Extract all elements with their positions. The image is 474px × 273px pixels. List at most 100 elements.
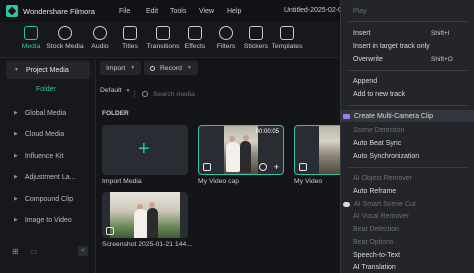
templates-icon <box>280 26 294 40</box>
search-input[interactable]: Search media <box>142 87 340 101</box>
menu-item-label: AI Vocal Remover <box>353 212 410 220</box>
menu-item-add-to-new-track[interactable]: Add to new track <box>341 88 474 100</box>
filters-icon <box>219 26 233 40</box>
ai-badge-icon <box>343 201 350 207</box>
menu-item-insert[interactable]: Insert Shift+I <box>341 27 474 39</box>
tab-audio-label: Audio <box>91 43 109 50</box>
menu-view[interactable]: View <box>199 8 227 15</box>
app-name: Wondershare Filmora <box>23 6 95 16</box>
sidebar-item-image-to-video[interactable]: ▶ Image to Video <box>6 211 90 229</box>
media-toolbar: Media Stock Media Audio Titles Transitio… <box>0 22 340 58</box>
sidebar-item-cloud-media[interactable]: ▶ Cloud Media <box>6 125 90 143</box>
sidebar-item-label: Global Media <box>24 109 67 117</box>
sort-dropdown[interactable]: Default ▼ <box>100 87 131 94</box>
menu-item-shortcut: Shift+O <box>431 55 453 63</box>
sidebar-item-global-media[interactable]: ▶ Global Media <box>6 104 90 122</box>
menu-item-create-multi-camera-clip[interactable]: Create Multi-Camera Clip <box>341 110 474 122</box>
sidebar-item-adjustment-layer[interactable]: ▶ Adjustment La... <box>6 168 90 186</box>
sidebar-item-label: Influence Kit <box>24 152 64 160</box>
menu-item-label: Auto Synchronization <box>353 152 420 160</box>
menu-item-label: Add to new track <box>353 90 406 98</box>
menu-item-label: Play <box>353 7 367 15</box>
menu-tools[interactable]: Tools <box>170 8 199 15</box>
audio-icon <box>93 26 107 40</box>
menu-help[interactable]: Help <box>227 8 241 15</box>
menu-edit[interactable]: Edit <box>146 8 170 15</box>
duration-label: 00:00:05 <box>255 129 279 135</box>
search-icon <box>142 91 148 97</box>
chevron-down-icon: ▼ <box>14 67 19 73</box>
menu-separator <box>347 167 469 168</box>
menu-item-speech-to-text[interactable]: Speech-to-Text <box>341 249 474 261</box>
transitions-icon <box>156 26 170 40</box>
menu-item-scene-detection[interactable]: Scene Detection <box>341 124 474 136</box>
card-label: Screenshot 2025-01-21 144... <box>102 241 192 248</box>
menu-item-beat-detection[interactable]: Beat Detection <box>341 223 474 235</box>
menu-item-ai-object-remover[interactable]: AI Object Remover <box>341 172 474 184</box>
tab-templates-label: Templates <box>271 43 303 50</box>
menu-item-label: Scene Detection <box>353 126 405 134</box>
section-label: FOLDER <box>102 110 129 117</box>
sidebar-item-influence-kit[interactable]: ▶ Influence Kit <box>6 147 90 165</box>
menu-item-auto-synchronization[interactable]: Auto Synchronization <box>341 150 474 162</box>
menu-item-auto-reframe[interactable]: Auto Reframe <box>341 185 474 197</box>
menu-item-play[interactable]: Play <box>341 5 474 17</box>
new-folder-icon[interactable]: ⊞ <box>12 247 19 256</box>
sidebar-folder[interactable]: Folder <box>36 86 56 93</box>
card-label: Import Media <box>102 178 142 185</box>
video-type-icon <box>203 163 211 171</box>
add-to-timeline-icon[interactable]: + <box>274 163 279 172</box>
sidebar-item-label: Project Media <box>25 66 69 74</box>
folder-icon[interactable]: ▭ <box>30 247 38 256</box>
tab-templates[interactable]: Templates <box>267 26 307 50</box>
import-button[interactable]: Import ▼ <box>100 61 142 75</box>
tab-stock-media[interactable]: Stock Media <box>45 26 85 50</box>
document-title: Untitled-2025-02-0 <box>284 7 342 14</box>
context-menu: Play Insert Shift+I Insert in target tra… <box>340 0 474 273</box>
import-media-card[interactable]: + <box>102 125 188 175</box>
sidebar-item-project-media[interactable]: ▼ Project Media <box>6 61 90 79</box>
chevron-right-icon: ▶ <box>14 217 18 223</box>
tab-stickers-label: Stickers <box>243 43 269 50</box>
menu-item-beat-options[interactable]: Beat Options <box>341 236 474 248</box>
thumbnail-figure <box>147 208 158 238</box>
sort-label: Default <box>100 87 122 94</box>
chevron-right-icon: ▶ <box>14 110 18 116</box>
media-card-my-video[interactable] <box>294 125 344 175</box>
card-label: My Video cap <box>198 178 240 185</box>
menu-item-label: AI Smart Scene Cut <box>354 200 416 208</box>
sidebar-item-compound-clip[interactable]: ▶ Compound Clip <box>6 190 90 208</box>
menu-separator <box>347 21 469 22</box>
record-button[interactable]: Record ▼ <box>144 61 198 75</box>
stock-media-icon <box>58 26 72 40</box>
menu-item-label: Create Multi-Camera Clip <box>354 112 433 120</box>
menu-item-ai-vocal-remover[interactable]: AI Vocal Remover <box>341 210 474 222</box>
media-card-my-video-cap[interactable]: 00:00:05 + <box>198 125 284 175</box>
menu-item-shortcut: Shift+I <box>431 29 450 37</box>
menu-item-overwrite[interactable]: Overwrite Shift+O <box>341 53 474 65</box>
tab-titles-label: Titles <box>122 43 138 50</box>
menu-item-ai-smart-scene-cut[interactable]: AI Smart Scene Cut <box>341 198 474 210</box>
chevron-down-icon: ▼ <box>125 87 131 94</box>
menu-item-ai-translation[interactable]: AI Translation <box>341 261 474 273</box>
sidebar-item-label: Image to Video <box>24 216 72 224</box>
tab-filters-label: Filters <box>216 43 236 50</box>
menu-item-insert-target-track[interactable]: Insert in target track only <box>341 40 474 52</box>
effects-icon <box>188 26 202 40</box>
menu-item-auto-beat-sync[interactable]: Auto Beat Sync <box>341 137 474 149</box>
menu-item-append[interactable]: Append <box>341 75 474 87</box>
sidebar-item-label: Cloud Media <box>24 130 65 138</box>
menu-file[interactable]: File <box>119 8 146 15</box>
chevron-right-icon: ▶ <box>14 196 18 202</box>
record-icon <box>150 65 155 71</box>
sidebar-item-label: Compound Clip <box>24 195 74 203</box>
tab-media-label: Media <box>21 43 41 50</box>
chevron-right-icon: ▶ <box>14 174 18 180</box>
media-card-screenshot[interactable] <box>102 192 188 238</box>
menu-item-label: Overwrite <box>353 55 383 63</box>
media-panel: Import ▼ Record ▼ Default ▼ Search media… <box>96 58 344 273</box>
media-icon <box>24 26 38 40</box>
preview-icon[interactable] <box>259 163 267 171</box>
menu-item-label: Beat Options <box>353 238 394 246</box>
collapse-sidebar-button[interactable]: < <box>78 246 88 256</box>
